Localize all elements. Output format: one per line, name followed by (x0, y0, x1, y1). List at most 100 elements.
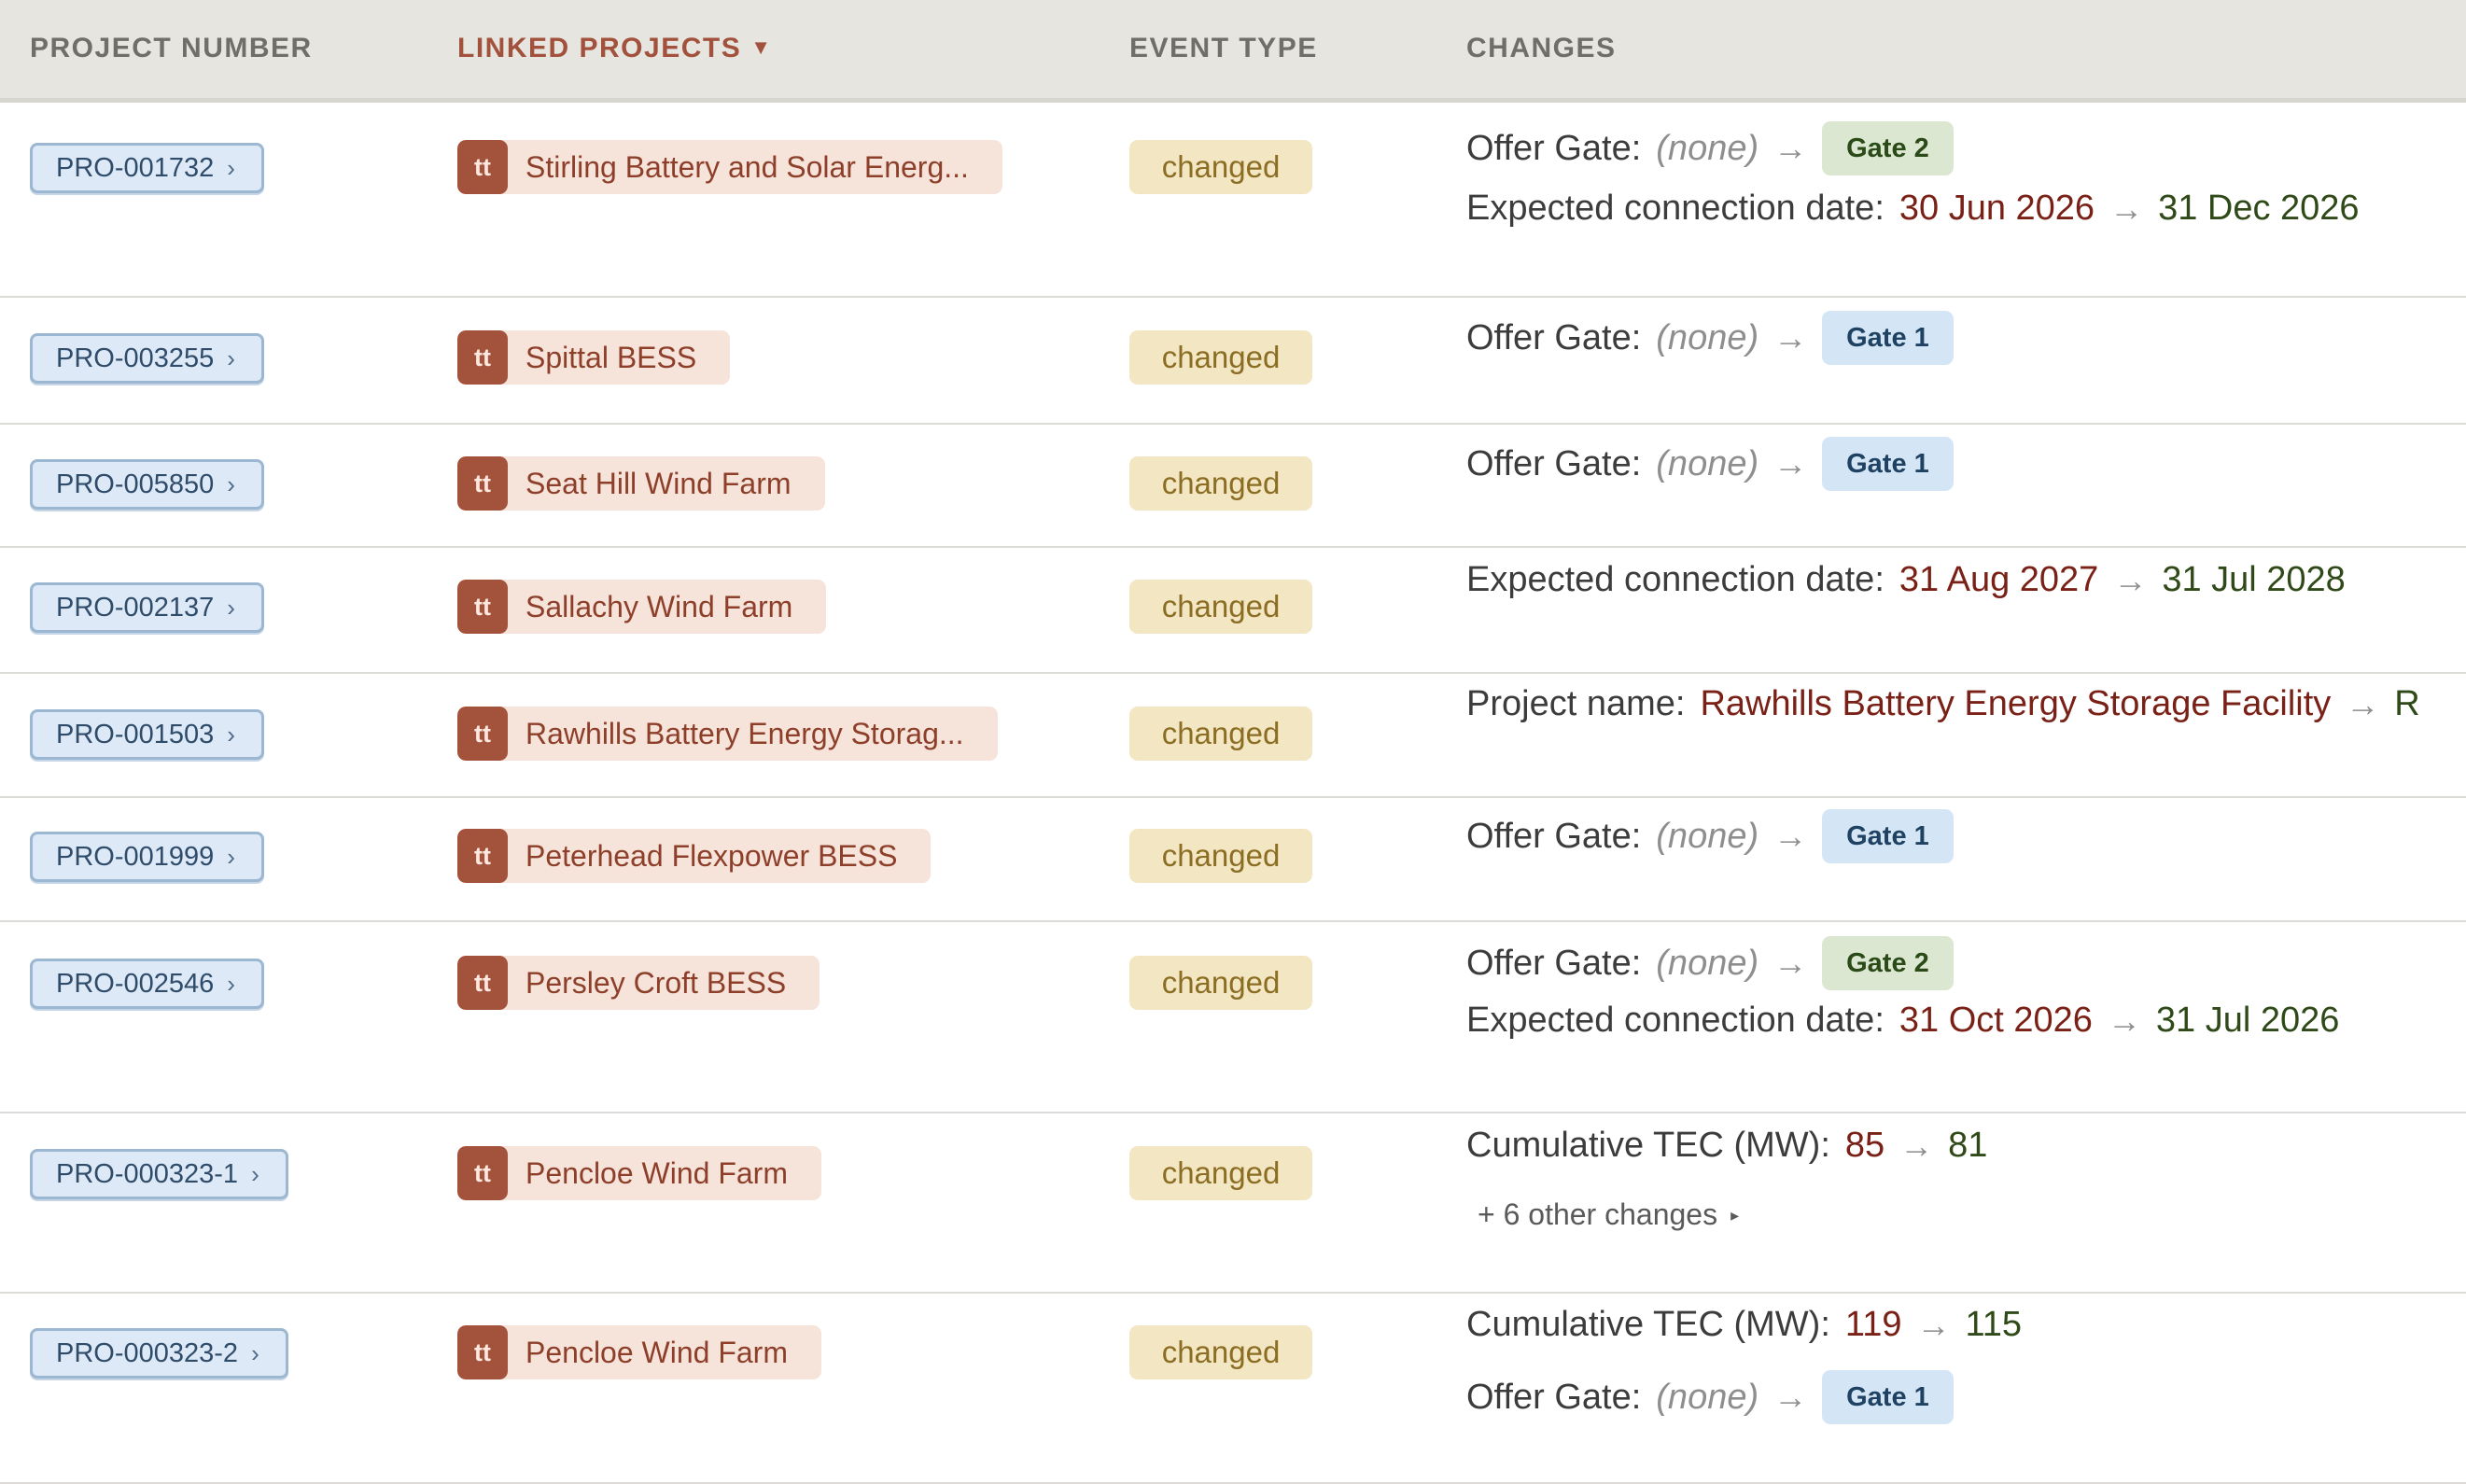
arrow-right-icon: → (2346, 684, 2380, 723)
change-old-value: (none) (1656, 1377, 1759, 1417)
change-field-label: Offer Gate: (1466, 443, 1642, 483)
change-line: Offer Gate: (none) → Gate 1 (1466, 311, 1954, 365)
project-number-link[interactable]: PRO-002137 › (30, 582, 264, 633)
change-old-value: 30 Jun 2026 (1899, 189, 2095, 228)
linked-project-chip[interactable]: tt Persley Croft BESS (457, 956, 820, 1010)
project-number-link[interactable]: PRO-000323-2 › (30, 1328, 288, 1379)
avatar: tt (457, 1146, 508, 1200)
change-old-value: (none) (1656, 816, 1759, 856)
change-line: Expected connection date: 31 Oct 2026 → 31 … (1466, 1001, 2339, 1041)
linked-project-name: Rawhills Battery Energy Storag... (525, 716, 964, 750)
change-line: Offer Gate: (none) → Gate 2 (1466, 121, 1954, 175)
project-number-text: PRO-002137 (56, 592, 215, 623)
table-row[interactable]: PRO-000323-1 › tt Pencloe Wind Farm changed C… (0, 1113, 2466, 1294)
linked-project-chip[interactable]: tt Stirling Battery and Solar Energ... (457, 140, 1002, 194)
triangle-right-icon: ▸ (1730, 1206, 1740, 1225)
table-row[interactable]: PRO-005850 › tt Seat Hill Wind Farm changed O… (0, 425, 2466, 548)
column-header-changes[interactable]: CHANGES (1466, 33, 1617, 64)
project-number-text: PRO-001999 (56, 841, 215, 872)
change-field-label: Expected connection date: (1466, 189, 1885, 228)
change-line: Offer Gate: (none) → Gate 1 (1466, 1370, 1954, 1424)
table-row[interactable]: PRO-001503 › tt Rawhills Battery Energy Sto… (0, 674, 2466, 798)
arrow-right-icon: → (1916, 1305, 1951, 1344)
project-number-link[interactable]: PRO-002546 › (30, 959, 264, 1009)
event-type-badge: changed (1129, 580, 1312, 634)
linked-project-chip[interactable]: tt Pencloe Wind Farm (457, 1146, 821, 1200)
change-new-value: 81 (1948, 1126, 1988, 1165)
project-number-link[interactable]: PRO-001503 › (30, 709, 264, 760)
change-line: Expected connection date: 30 Jun 2026 → 31 … (1466, 189, 2360, 229)
change-old-value: 119 (1844, 1305, 1902, 1344)
change-field-label: Cumulative TEC (MW): (1466, 1305, 1830, 1344)
linked-project-chip[interactable]: tt Spittal BESS (457, 330, 731, 385)
table-row[interactable]: PRO-002137 › tt Sallachy Wind Farm changed Ex… (0, 548, 2466, 674)
other-changes-toggle[interactable]: + 6 other changes ▸ (1478, 1197, 1739, 1232)
project-number-link[interactable]: PRO-003255 › (30, 333, 264, 384)
event-type-badge: changed (1129, 1146, 1312, 1200)
arrow-right-icon: → (1773, 944, 1808, 982)
change-new-value: 31 Jul 2028 (2162, 560, 2346, 599)
gate-badge: Gate 1 (1822, 437, 1954, 491)
event-type-badge: changed (1129, 330, 1312, 385)
linked-project-chip[interactable]: tt Pencloe Wind Farm (457, 1325, 821, 1379)
column-header-project-number[interactable]: PROJECT NUMBER (30, 33, 313, 64)
linked-project-chip[interactable]: tt Peterhead Flexpower BESS (457, 829, 932, 883)
gate-badge: Gate 2 (1822, 936, 1954, 990)
project-number-link[interactable]: PRO-000323-1 › (30, 1149, 288, 1199)
event-type-badge: changed (1129, 956, 1312, 1010)
avatar: tt (457, 1325, 508, 1379)
change-line: Offer Gate: (none) → Gate 1 (1466, 437, 1954, 491)
linked-project-chip[interactable]: tt Seat Hill Wind Farm (457, 456, 825, 511)
column-header-event-type[interactable]: EVENT TYPE (1129, 33, 1318, 64)
change-field-label: Expected connection date: (1466, 560, 1885, 599)
project-number-link[interactable]: PRO-005850 › (30, 459, 264, 510)
gate-badge: Gate 1 (1822, 809, 1954, 863)
avatar: tt (457, 330, 508, 385)
change-field-label: Cumulative TEC (MW): (1466, 1126, 1830, 1165)
linked-project-name: Persley Croft BESS (525, 965, 787, 1000)
linked-project-name: Sallachy Wind Farm (525, 589, 793, 623)
column-header-linked-projects[interactable]: LINKED PROJECTS ▼ (457, 33, 773, 64)
chevron-right-icon: › (227, 153, 235, 182)
change-line: Offer Gate: (none) → Gate 2 (1466, 936, 1954, 990)
project-number-link[interactable]: PRO-001732 › (30, 143, 264, 193)
arrow-right-icon: → (2109, 189, 2144, 228)
chevron-right-icon: › (251, 1338, 259, 1367)
change-line: Offer Gate: (none) → Gate 1 (1466, 809, 1954, 863)
change-field-label: Offer Gate: (1466, 128, 1642, 168)
event-type-badge: changed (1129, 1325, 1312, 1379)
linked-project-chip[interactable]: tt Sallachy Wind Farm (457, 580, 827, 634)
change-field-label: Project name: (1466, 684, 1686, 723)
project-number-text: PRO-002546 (56, 968, 215, 999)
change-line: Expected connection date: 31 Aug 2027 → 31 … (1466, 560, 2346, 600)
table-row[interactable]: PRO-000323-2 › tt Pencloe Wind Farm changed C… (0, 1294, 2466, 1484)
table-row[interactable]: PRO-003255 › tt Spittal BESS changed Offer Ga… (0, 298, 2466, 425)
linked-project-name: Peterhead Flexpower BESS (525, 838, 898, 873)
gate-badge: Gate 1 (1822, 311, 1954, 365)
change-new-value: 31 Dec 2026 (2158, 189, 2360, 228)
arrow-right-icon: → (1773, 129, 1808, 167)
linked-project-name: Seat Hill Wind Farm (525, 466, 792, 500)
gate-badge: Gate 1 (1822, 1370, 1954, 1424)
chevron-right-icon: › (227, 969, 235, 998)
change-field-label: Offer Gate: (1466, 1377, 1642, 1417)
change-field-label: Offer Gate: (1466, 816, 1642, 856)
change-new-value: 115 (1965, 1305, 2023, 1344)
arrow-right-icon: → (1773, 817, 1808, 855)
change-field-label: Offer Gate: (1466, 943, 1642, 983)
chevron-right-icon: › (251, 1159, 259, 1188)
change-field-label: Expected connection date: (1466, 1001, 1885, 1040)
project-number-text: PRO-001732 (56, 152, 215, 183)
change-old-value: Rawhills Battery Energy Storage Facility (1700, 684, 2332, 723)
arrow-right-icon: → (1773, 318, 1808, 357)
avatar: tt (457, 707, 508, 761)
project-number-link[interactable]: PRO-001999 › (30, 832, 264, 882)
change-old-value: (none) (1656, 317, 1759, 357)
arrow-right-icon: → (1773, 444, 1808, 483)
avatar: tt (457, 140, 508, 194)
linked-project-chip[interactable]: tt Rawhills Battery Energy Storag... (457, 707, 998, 761)
table-row[interactable]: PRO-002546 › tt Persley Croft BESS changed Of… (0, 922, 2466, 1113)
column-header-label: LINKED PROJECTS (457, 33, 742, 63)
table-row[interactable]: PRO-001732 › tt Stirling Battery and Solar … (0, 103, 2466, 298)
table-row[interactable]: PRO-001999 › tt Peterhead Flexpower BESS cha… (0, 798, 2466, 922)
